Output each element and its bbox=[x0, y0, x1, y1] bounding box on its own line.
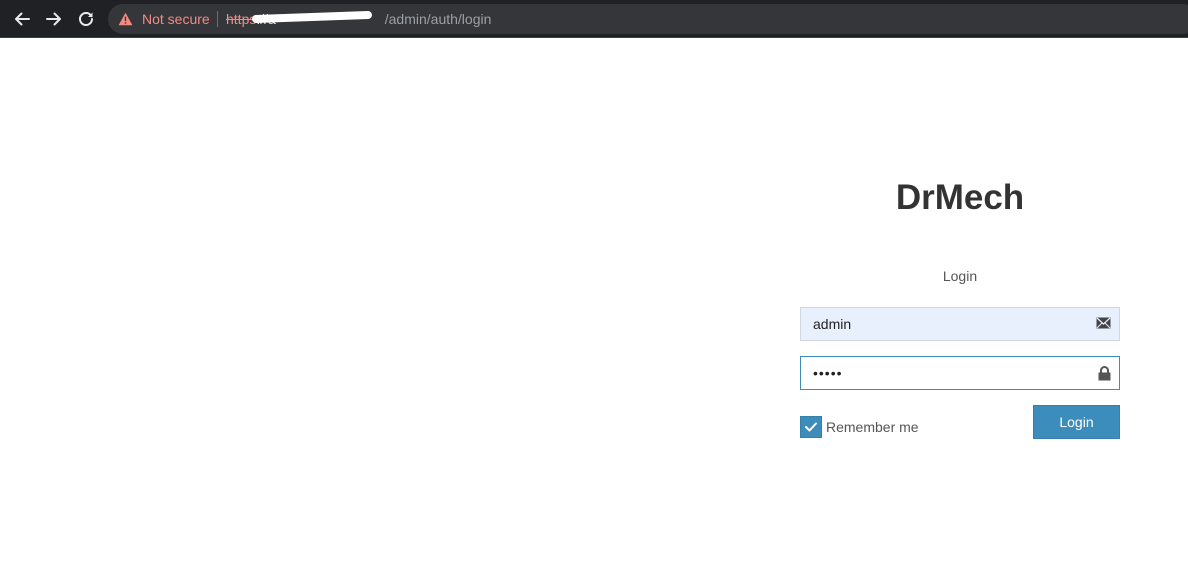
warning-icon[interactable] bbox=[118, 12, 133, 26]
username-input[interactable] bbox=[800, 307, 1120, 341]
envelope-icon bbox=[1096, 317, 1111, 329]
reload-button[interactable] bbox=[72, 5, 100, 33]
address-bar-divider bbox=[217, 11, 218, 27]
security-status[interactable]: Not secure bbox=[142, 11, 210, 27]
reload-icon bbox=[79, 12, 93, 27]
remember-me-label[interactable]: Remember me bbox=[826, 419, 919, 435]
browser-toolbar: Not secure https://a /admin/auth/login bbox=[0, 0, 1188, 38]
back-button[interactable] bbox=[8, 5, 36, 33]
login-subtitle: Login bbox=[942, 268, 978, 284]
password-input[interactable] bbox=[800, 356, 1120, 390]
brand-title: DrMech bbox=[895, 178, 1025, 217]
remember-me[interactable]: Remember me bbox=[800, 416, 919, 438]
password-field-group bbox=[800, 356, 1120, 390]
arrow-left-icon bbox=[15, 12, 30, 26]
login-button[interactable]: Login bbox=[1033, 405, 1120, 439]
username-field-group bbox=[800, 307, 1120, 341]
arrow-right-icon bbox=[46, 12, 61, 26]
address-bar[interactable]: Not secure https://a /admin/auth/login bbox=[108, 4, 1188, 34]
checkmark-icon bbox=[805, 422, 817, 432]
lock-icon bbox=[1098, 366, 1111, 381]
remember-me-checkbox[interactable] bbox=[800, 416, 822, 438]
forward-button[interactable] bbox=[40, 5, 68, 33]
url-path: /admin/auth/login bbox=[384, 11, 492, 27]
